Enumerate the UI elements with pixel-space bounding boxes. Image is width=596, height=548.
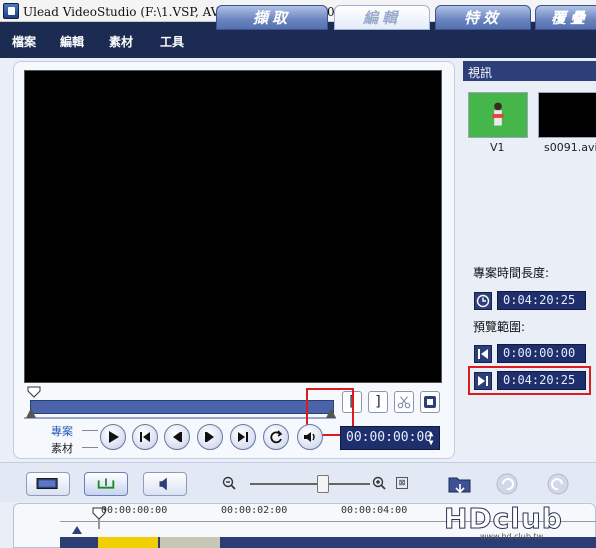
menu-edit[interactable]: 編輯 [60,33,84,50]
library-category-label[interactable]: 視訊 [468,64,492,81]
app-icon [3,3,19,19]
ruler-tick-1: 00:00:02:00 [221,505,288,516]
track-arrow-icon[interactable] [72,526,82,534]
spin-up-icon[interactable]: ▲ [425,429,437,438]
skip-to-end-icon [238,432,248,442]
play-icon [109,431,119,443]
audio-view-button[interactable] [143,472,187,496]
clip-connector [82,447,98,448]
undo-icon[interactable] [495,472,519,496]
watermark-url: www.hd.club.tw [480,532,544,541]
tab-effect[interactable]: 特效 [435,5,531,30]
project-duration-label: 專案時間長度: [473,266,550,280]
library-header: 視訊 [463,61,596,81]
insert-media-icon[interactable] [446,472,474,496]
library-item-label-s0091: s0091.avi [544,141,596,154]
scrubber-handle-icon[interactable] [27,386,41,398]
clip-mode-label[interactable]: 素材 [51,440,73,456]
preview-range-label: 預覽範圍: [473,320,526,334]
fit-project-icon[interactable]: ⊠ [396,477,408,489]
timeline-clip-v1[interactable] [98,537,158,548]
ruler-tick-0: 00:00:00:00 [101,505,168,516]
clock-icon [474,292,492,310]
go-to-start-button[interactable] [132,424,158,450]
tab-overlay[interactable]: 覆疊 [535,5,596,30]
zoom-in-icon[interactable] [372,476,386,490]
previous-frame-button[interactable] [164,424,190,450]
range-start-value: 0:00:00:00 [497,344,586,363]
tab-edit[interactable]: 編輯 [334,5,430,30]
watermark: HDclub www.hd.club.tw [440,500,590,544]
cut-clip-button[interactable] [394,391,414,413]
audio-speaker-icon [159,477,167,491]
zoom-slider-track[interactable] [250,483,370,485]
trim-bar [24,417,336,419]
range-start-icon [474,345,492,363]
storyboard-view-button[interactable] [26,472,70,496]
window-title: Ulead VideoStudio (F:\1.VSP, AVI NTSC 19… [23,5,388,19]
step-back-icon [173,432,182,442]
redo-icon[interactable] [546,472,570,496]
timecode-display[interactable]: 00:00:00:00 ▲ ▼ [340,426,440,450]
menu-tools[interactable]: 工具 [160,33,184,50]
timeline-clip-s0091[interactable] [160,537,220,548]
play-button[interactable] [100,424,126,450]
menu-clip[interactable]: 素材 [109,33,133,50]
zoom-out-icon[interactable] [222,476,236,490]
zoom-slider-thumb[interactable] [317,475,329,493]
volume-button[interactable] [297,424,323,450]
highlight-range-end [468,366,591,395]
scissors-icon [397,396,411,409]
ruler-tick-2: 00:00:04:00 [341,505,408,516]
menu-file[interactable]: 檔案 [12,33,36,50]
app-window: Ulead VideoStudio (F:\1.VSP, AVI NTSC 19… [0,0,596,548]
trim-in-handle-icon[interactable] [26,408,36,418]
library-item-label-v1: V1 [490,141,505,154]
preview-screen [24,70,442,383]
library-thumbnail-s0091[interactable] [538,92,596,138]
step-forward-icon [205,432,214,442]
filmstrip-icon [36,478,58,490]
project-mode-label[interactable]: 專案 [51,423,73,439]
watermark-logo: HDclub [444,502,563,536]
repeat-button[interactable] [263,424,289,450]
go-to-end-button[interactable] [230,424,256,450]
enlarge-icon [424,396,436,408]
skip-to-start-icon [140,432,150,442]
library-thumbnail-v1[interactable] [468,92,528,138]
spin-down-icon[interactable]: ▼ [425,438,437,447]
next-frame-button[interactable] [197,424,223,450]
timeline-view-button[interactable] [84,472,128,496]
timecode-value: 00:00:00:00 [346,430,433,445]
enlarge-preview-button[interactable] [420,391,440,413]
project-connector [82,430,98,431]
person-thumbnail-icon [492,102,504,126]
project-duration-value: 0:04:20:25 [497,291,586,310]
repeat-icon [270,430,283,444]
timecode-spinner[interactable]: ▲ ▼ [425,429,437,447]
mark-out-button[interactable]: ] [368,391,388,413]
speaker-icon [304,432,315,442]
scrub-bar[interactable] [30,400,334,414]
timeline-icon [97,478,115,489]
tab-capture[interactable]: 擷取 [216,5,328,30]
